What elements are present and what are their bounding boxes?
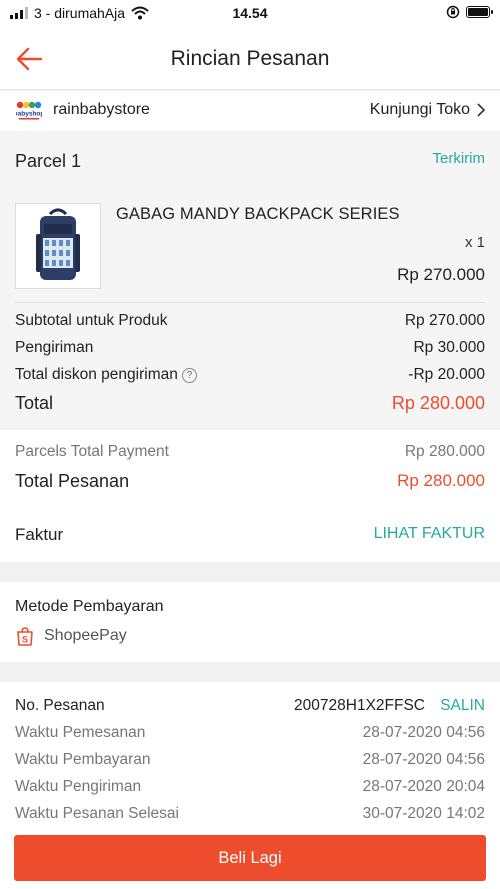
help-icon[interactable]: ? [181,368,197,383]
visit-store-link[interactable]: Kunjungi Toko [370,101,486,119]
order-time-label: Waktu Pemesanan [15,724,146,741]
subtotal-label: Subtotal untuk Produk [15,312,168,329]
payment-method-title: Metode Pembayaran [15,598,164,615]
copy-button[interactable]: SALIN [440,697,485,715]
invoice-row: Faktur LIHAT FAKTUR [15,525,485,545]
invoice-label: Faktur [15,525,64,544]
order-number-label: No. Pesanan [15,697,105,714]
svg-text:babyshop: babyshop [16,111,42,118]
subtotal-row: Subtotal untuk Produk Rp 270.000 [15,312,485,330]
store-name[interactable]: rainbabystore [53,101,150,119]
shopeepay-icon: S [17,627,33,646]
chevron-right-icon [477,103,486,117]
order-time-row: Waktu Pemesanan 28-07-2020 04:56 [15,724,485,742]
parcel-total-label: Total [15,393,54,413]
parcels-total-label: Parcels Total Payment [15,443,169,460]
payment-method-section: Metode Pembayaran S ShopeePay [0,582,500,662]
product-price: Rp 270.000 [397,265,485,284]
completed-time-label: Waktu Pesanan Selesai [15,805,179,822]
shipping-time-value: 28-07-2020 20:04 [362,778,485,795]
parcels-total-row: Parcels Total Payment Rp 280.000 [15,443,485,461]
divider [15,302,485,303]
payment-time-value: 28-07-2020 04:56 [362,751,485,768]
parcel-title: Parcel 1 [15,151,82,171]
header: Rincian Pesanan [0,28,500,90]
buy-again-button[interactable]: Beli Lagi [14,835,486,881]
order-number-row: No. Pesanan 200728H1X2FFSC SALIN [15,697,485,715]
payment-time-row: Waktu Pembayaran 28-07-2020 04:56 [15,751,485,769]
order-total-value: Rp 280.000 [397,471,485,490]
shipping-time-label: Waktu Pengiriman [15,778,142,795]
completed-time-row: Waktu Pesanan Selesai 30-07-2020 14:02 [15,805,485,823]
status-bar: 3 - dirumahAja 14.54 [0,0,500,28]
completed-time-value: 30-07-2020 14:02 [362,805,485,822]
order-total-row: Total Pesanan Rp 280.000 [15,471,485,492]
orientation-lock-icon [446,5,460,19]
visit-store-label: Kunjungi Toko [369,101,470,118]
parcel-status: Terkirim [432,150,486,167]
battery-icon [466,6,493,18]
order-number-value: 200728H1X2FFSC [294,697,425,714]
shipping-label: Pengiriman [15,339,94,356]
order-time-value: 28-07-2020 04:56 [362,724,485,741]
payment-method-value: ShopeePay [44,627,127,644]
discount-value: -Rp 20.000 [408,366,485,383]
parcel-card: Parcel 1 Terkirim GABAG MANDY BACKPACK S… [0,134,500,428]
clock: 14.54 [232,5,268,21]
subtotal-value: Rp 270.000 [404,312,485,329]
payment-time-label: Waktu Pembayaran [15,751,151,768]
parcels-total-value: Rp 280.000 [404,443,485,460]
store-logo: babyshop [16,101,42,120]
product-name[interactable]: GABAG MANDY BACKPACK SERIES [116,205,400,224]
page-title: Rincian Pesanan [170,47,330,70]
store-row[interactable]: babyshop rainbabystore Kunjungi Toko [0,91,500,131]
discount-label: Total diskon pengiriman [15,366,178,383]
payment-totals: Parcels Total Payment Rp 280.000 Total P… [0,430,500,562]
shipping-row: Pengiriman Rp 30.000 [15,339,485,357]
backpack-image [36,208,80,280]
parcel-total-value: Rp 280.000 [391,393,485,413]
product-image[interactable] [15,203,101,289]
discount-row: Total diskon pengiriman? -Rp 20.000 [15,366,485,384]
product-qty: x 1 [464,234,485,251]
view-invoice-link[interactable]: LIHAT FAKTUR [374,525,485,543]
parcel-total-row: Total Rp 280.000 [15,393,485,414]
status-right [446,5,493,19]
shipping-time-row: Waktu Pengiriman 28-07-2020 20:04 [15,778,485,796]
svg-text:S: S [22,635,28,645]
order-info-section: No. Pesanan 200728H1X2FFSC SALIN Waktu P… [0,682,500,832]
shipping-value: Rp 30.000 [413,339,485,356]
order-total-label: Total Pesanan [15,471,130,491]
bottom-bar: Beli Lagi [0,826,500,889]
